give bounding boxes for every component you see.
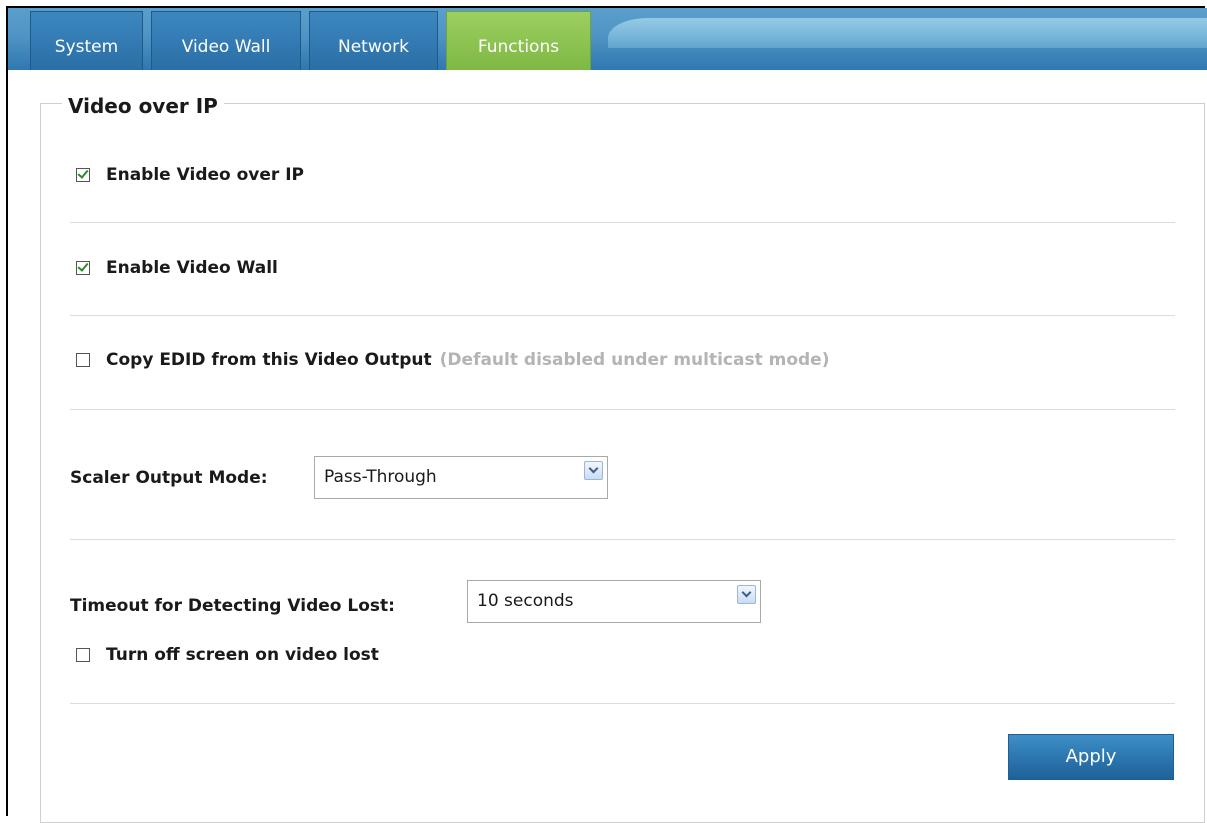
turn-off-screen-row[interactable]: Turn off screen on video lost	[76, 645, 379, 665]
enable-video-over-ip-checkbox[interactable]	[76, 167, 90, 182]
divider	[70, 703, 1175, 704]
copy-edid-checkbox[interactable]	[76, 353, 90, 367]
video-over-ip-panel	[40, 103, 1205, 823]
scaler-output-mode-value: Pass-Through	[324, 467, 437, 487]
tab-network[interactable]: Network	[309, 11, 438, 70]
tab-bar-accent	[608, 18, 1207, 48]
divider	[70, 222, 1175, 223]
tab-functions[interactable]: Functions	[446, 11, 591, 70]
divider	[70, 315, 1175, 316]
divider	[70, 539, 1175, 540]
checkmark-icon	[77, 167, 89, 179]
tab-video-wall[interactable]: Video Wall	[151, 11, 301, 70]
tab-system[interactable]: System	[30, 11, 143, 70]
section-title: Video over IP	[62, 94, 224, 118]
timeout-value: 10 seconds	[477, 591, 574, 611]
enable-video-over-ip-label: Enable Video over IP	[106, 165, 304, 185]
timeout-label: Timeout for Detecting Video Lost:	[70, 596, 395, 616]
checkmark-icon	[77, 260, 89, 272]
enable-video-wall-row[interactable]: Enable Video Wall	[76, 258, 278, 278]
chevron-down-icon[interactable]	[584, 461, 603, 480]
apply-button[interactable]: Apply	[1008, 734, 1174, 780]
divider	[70, 409, 1175, 410]
scaler-output-mode-label: Scaler Output Mode:	[70, 468, 268, 488]
chevron-down-icon[interactable]	[737, 585, 756, 604]
timeout-select[interactable]: 10 seconds	[467, 580, 761, 623]
enable-video-over-ip-row[interactable]: Enable Video over IP	[76, 165, 304, 185]
enable-video-wall-label: Enable Video Wall	[106, 258, 278, 278]
copy-edid-row[interactable]: Copy EDID from this Video Output (Defaul…	[76, 350, 830, 370]
copy-edid-hint: (Default disabled under multicast mode)	[439, 350, 830, 370]
scaler-output-mode-select[interactable]: Pass-Through	[314, 456, 608, 499]
enable-video-wall-checkbox[interactable]	[76, 260, 90, 275]
copy-edid-label: Copy EDID from this Video Output	[106, 350, 432, 370]
turn-off-screen-label: Turn off screen on video lost	[106, 645, 379, 665]
turn-off-screen-checkbox[interactable]	[76, 648, 90, 662]
